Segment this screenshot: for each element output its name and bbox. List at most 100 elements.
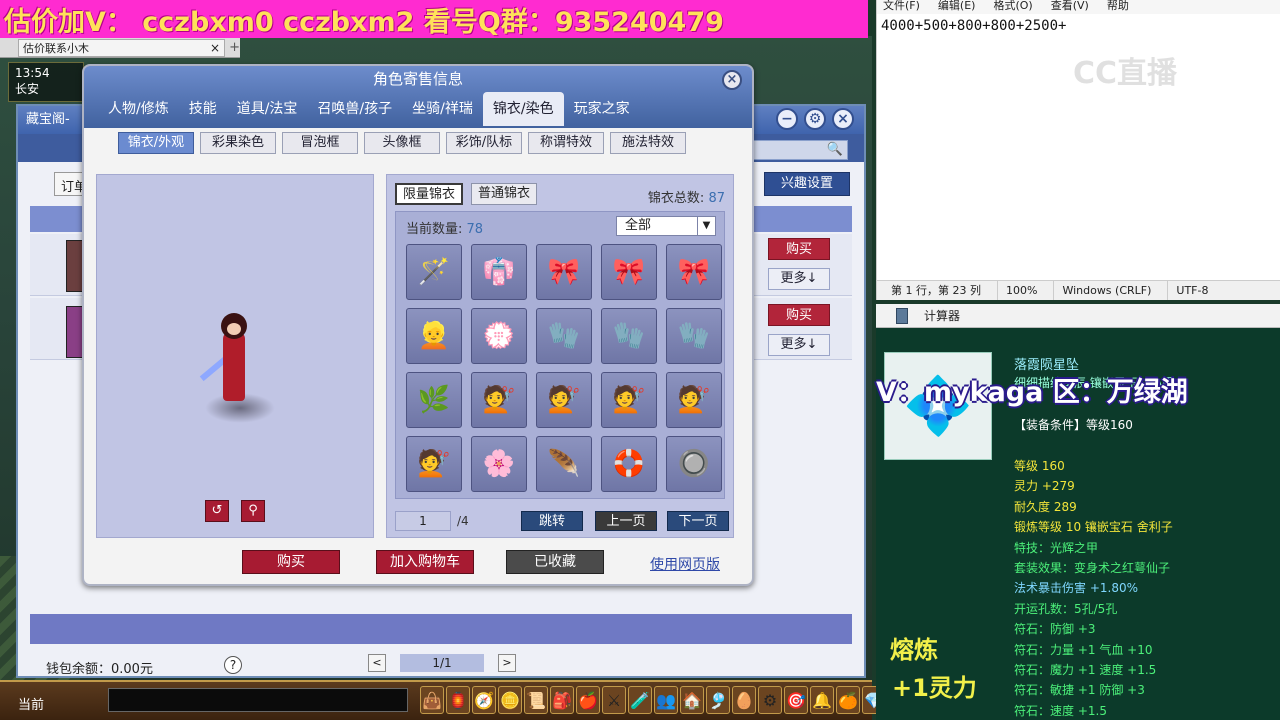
more-button[interactable]: 更多↓ bbox=[768, 268, 830, 290]
wardrobe-tab-2[interactable]: 普通锦衣 bbox=[471, 183, 538, 205]
jump-button[interactable]: 跳转 bbox=[521, 511, 583, 531]
game-shortcut-icon[interactable]: 🧭 bbox=[472, 686, 496, 714]
game-shortcut-icon[interactable]: 🧪 bbox=[628, 686, 652, 714]
chat-input[interactable] bbox=[108, 688, 408, 712]
item-stat-line: 符石：魔力 +1 速度 +1.5 bbox=[1014, 663, 1157, 678]
notepad-menu-item[interactable]: 格式(O) bbox=[993, 0, 1032, 14]
chevron-down-icon[interactable]: ▼ bbox=[697, 217, 715, 235]
calculator-title: 计算器 bbox=[924, 309, 961, 323]
notepad-text[interactable]: 4000+500+800+800+2500+ bbox=[881, 18, 1066, 34]
filter-select[interactable]: 全部 ▼ bbox=[616, 216, 716, 236]
wardrobe-item[interactable]: 🪶 bbox=[536, 436, 592, 492]
sub-tab-6[interactable]: 称谓特效 bbox=[528, 132, 604, 154]
tab-2[interactable]: 技能 bbox=[179, 92, 227, 126]
browser-tab-strip: 估价联系小木 × + bbox=[0, 38, 240, 58]
game-shortcut-icon[interactable]: 👜 bbox=[420, 686, 444, 714]
calculator-titlebar[interactable]: 计算器 bbox=[876, 304, 1280, 328]
wardrobe-item[interactable]: 🧤 bbox=[601, 308, 657, 364]
sub-tab-5[interactable]: 彩饰/队标 bbox=[446, 132, 522, 154]
wardrobe-item[interactable]: 🎀 bbox=[601, 244, 657, 300]
prev-page-button[interactable]: 上一页 bbox=[595, 511, 657, 531]
wardrobe-tab-1[interactable]: 限量锦衣 bbox=[395, 183, 464, 205]
search-input[interactable]: 🔍 bbox=[748, 140, 848, 160]
game-shortcut-icon[interactable]: 🎐 bbox=[706, 686, 730, 714]
game-shortcut-icon[interactable]: ⚔ bbox=[602, 686, 626, 714]
buy-button[interactable]: 购买 bbox=[768, 304, 830, 326]
wardrobe-item[interactable]: 🌸 bbox=[471, 436, 527, 492]
use-web-version-link[interactable]: 使用网页版 bbox=[650, 554, 720, 574]
sub-tab-1[interactable]: 锦衣/外观 bbox=[118, 132, 194, 154]
tab-7[interactable]: 玩家之家 bbox=[564, 92, 640, 126]
close-icon[interactable]: × bbox=[832, 108, 854, 130]
close-icon[interactable]: × bbox=[210, 41, 220, 55]
interest-settings-button[interactable]: 兴趣设置 bbox=[764, 172, 850, 196]
browser-tab[interactable]: 估价联系小木 × bbox=[18, 38, 226, 57]
new-tab-icon[interactable]: + bbox=[229, 40, 240, 55]
more-button[interactable]: 更多↓ bbox=[768, 334, 830, 356]
channel-label[interactable]: 当前 bbox=[18, 694, 44, 713]
wardrobe-item[interactable]: 🌿 bbox=[406, 372, 462, 428]
search-icon[interactable]: 🔍 bbox=[827, 142, 843, 157]
current-count-label: 当前数量: bbox=[406, 222, 463, 237]
game-shortcut-icon[interactable]: 🎯 bbox=[784, 686, 808, 714]
wardrobe-item[interactable]: 💇 bbox=[471, 372, 527, 428]
game-shortcut-icon[interactable]: 🏮 bbox=[446, 686, 470, 714]
wardrobe-item[interactable]: 💇 bbox=[406, 436, 462, 492]
game-shortcut-icon[interactable]: 👥 bbox=[654, 686, 678, 714]
game-shortcut-icon[interactable]: 🍎 bbox=[576, 686, 600, 714]
wardrobe-item[interactable]: 🎀 bbox=[666, 244, 722, 300]
wardrobe-item[interactable]: 🛟 bbox=[601, 436, 657, 492]
tab-4[interactable]: 召唤兽/孩子 bbox=[307, 92, 402, 126]
wardrobe-item[interactable]: 🧤 bbox=[536, 308, 592, 364]
wardrobe-item[interactable]: 💇 bbox=[666, 372, 722, 428]
sub-tab-4[interactable]: 头像框 bbox=[364, 132, 440, 154]
close-icon[interactable]: × bbox=[722, 70, 742, 90]
favorited-button[interactable]: 已收藏 bbox=[506, 550, 604, 574]
wardrobe-grid-area: 当前数量: 78 全部 ▼ 🪄 👘 🎀 🎀 🎀 👱 💮 🧤 🧤 🧤 🌿 💇 💇 💇 💇 💇 🌸 🪶 🛟 🔘 bbox=[395, 211, 725, 499]
sub-tab-2[interactable]: 彩果染色 bbox=[200, 132, 276, 154]
wardrobe-item[interactable]: 💮 bbox=[471, 308, 527, 364]
wardrobe-item[interactable]: 👘 bbox=[471, 244, 527, 300]
tab-1[interactable]: 人物/修炼 bbox=[98, 92, 179, 126]
notepad-menu-item[interactable]: 帮助 bbox=[1107, 0, 1129, 14]
buy-button[interactable]: 购买 bbox=[768, 238, 830, 260]
wardrobe-panel: 限量锦衣 普通锦衣 锦衣总数: 87 当前数量: 78 全部 ▼ 🪄 👘 🎀 🎀 🎀 👱 💮 🧤… bbox=[386, 174, 734, 538]
game-shortcut-icon[interactable]: 🍊 bbox=[836, 686, 860, 714]
wardrobe-item[interactable]: 🔘 bbox=[666, 436, 722, 492]
next-page-button[interactable]: > bbox=[498, 654, 516, 672]
sub-tab-7[interactable]: 施法特效 bbox=[610, 132, 686, 154]
help-icon[interactable]: ? bbox=[224, 656, 242, 674]
game-shortcut-icon[interactable]: ⚙ bbox=[758, 686, 782, 714]
wardrobe-item[interactable]: 💇 bbox=[601, 372, 657, 428]
wardrobe-item[interactable]: 🎀 bbox=[536, 244, 592, 300]
notepad-menu-item[interactable]: 编辑(E) bbox=[938, 0, 976, 14]
wardrobe-item[interactable]: 💇 bbox=[536, 372, 592, 428]
game-shortcut-icon[interactable]: 🪙 bbox=[498, 686, 522, 714]
game-shortcut-icon[interactable]: 🔔 bbox=[810, 686, 834, 714]
stream-watermark: CC直播 bbox=[1073, 56, 1178, 91]
wardrobe-item[interactable]: 🧤 bbox=[666, 308, 722, 364]
notepad-menu-item[interactable]: 查看(V) bbox=[1051, 0, 1089, 14]
add-to-cart-button[interactable]: 加入购物车 bbox=[376, 550, 474, 574]
wardrobe-item[interactable]: 👱 bbox=[406, 308, 462, 364]
next-page-button[interactable]: 下一页 bbox=[667, 511, 729, 531]
sub-tabs: 锦衣/外观 彩果染色 冒泡框 头像框 彩饰/队标 称谓特效 施法特效 bbox=[118, 132, 686, 154]
game-shortcut-icon[interactable]: 🏠 bbox=[680, 686, 704, 714]
wardrobe-item[interactable]: 🪄 bbox=[406, 244, 462, 300]
settings-icon[interactable]: ⚙ bbox=[804, 108, 826, 130]
notepad-menu-item[interactable]: 文件(F) bbox=[883, 0, 920, 14]
game-shortcut-icon[interactable]: 🥚 bbox=[732, 686, 756, 714]
page-input[interactable]: 1 bbox=[395, 511, 451, 531]
tab-6[interactable]: 锦衣/染色 bbox=[482, 92, 564, 126]
game-shortcut-icon[interactable]: 🎒 bbox=[550, 686, 574, 714]
minimize-icon[interactable]: − bbox=[776, 108, 798, 130]
game-shortcut-icon[interactable]: 📜 bbox=[524, 686, 548, 714]
tab-3[interactable]: 道具/法宝 bbox=[227, 92, 308, 126]
prev-page-button[interactable]: < bbox=[368, 654, 386, 672]
rotate-icon[interactable]: ↺ bbox=[205, 500, 229, 522]
buy-button[interactable]: 购买 bbox=[242, 550, 340, 574]
sub-tab-3[interactable]: 冒泡框 bbox=[282, 132, 358, 154]
character-sprite bbox=[195, 313, 275, 423]
pose-icon[interactable]: ⚲ bbox=[241, 500, 265, 522]
tab-5[interactable]: 坐骑/祥瑞 bbox=[402, 92, 483, 126]
